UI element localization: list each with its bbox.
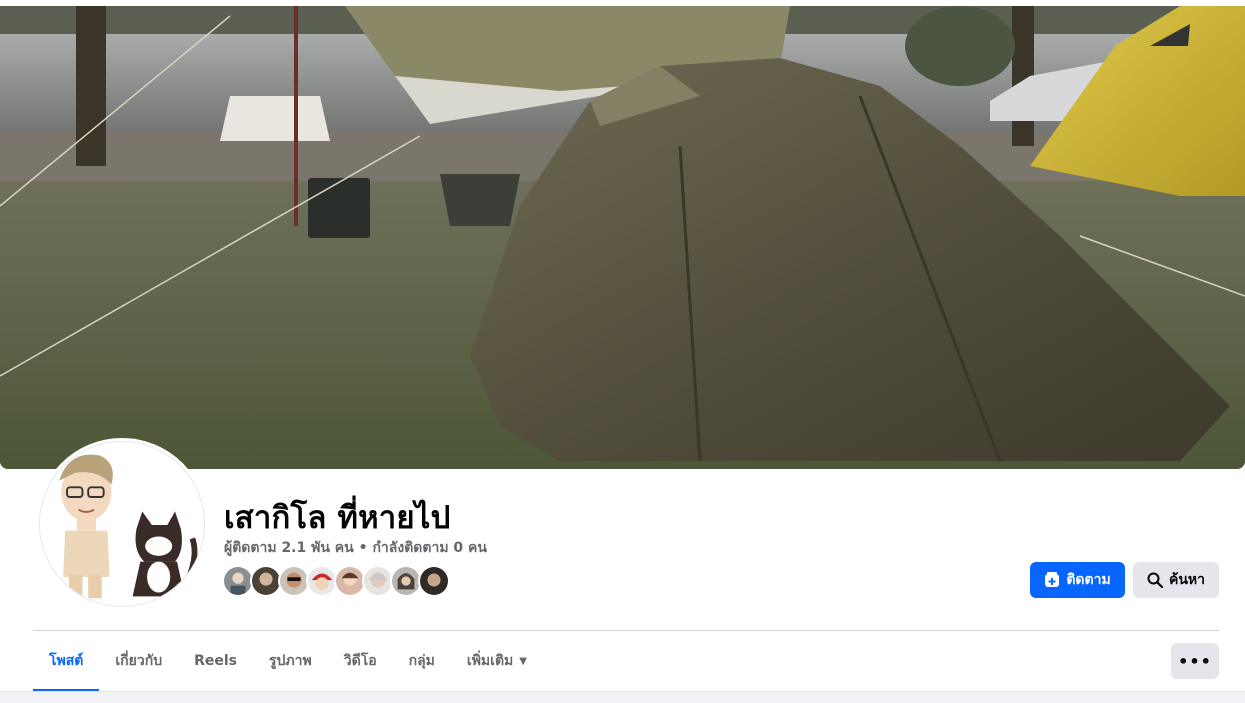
ellipsis-icon: •••: [1178, 651, 1212, 671]
tab-label: เกี่ยวกับ: [115, 653, 163, 669]
profile-picture-frame[interactable]: [36, 438, 208, 610]
header-divider: [33, 630, 1219, 631]
follow-button[interactable]: ติดตาม: [1030, 562, 1125, 598]
page-content-start: [0, 691, 1245, 703]
search-icon: [1147, 572, 1163, 588]
tab-label: กลุ่ม: [408, 653, 435, 669]
tab-videos[interactable]: วิดีโอ: [328, 632, 393, 690]
following-count-link[interactable]: กำลังติดตาม 0 คน: [372, 537, 487, 559]
tab-label: Reels: [194, 653, 237, 669]
more-options-button[interactable]: •••: [1171, 643, 1219, 679]
tab-posts[interactable]: โพสต์: [33, 632, 100, 692]
tab-photos[interactable]: รูปภาพ: [253, 632, 328, 690]
follow-stats: ผู้ติดตาม 2.1 พัน คน • กำลังติดตาม 0 คน: [224, 537, 487, 559]
follow-button-label: ติดตาม: [1066, 572, 1111, 588]
avatar-illustration: [40, 442, 204, 606]
tab-groups[interactable]: กลุ่ม: [393, 632, 451, 690]
cover-photo-image: [0, 6, 1245, 469]
page-title: เสากิโล ที่หายไป: [224, 500, 451, 536]
tab-label: เพิ่มเติม: [466, 653, 514, 669]
tab-label: วิดีโอ: [343, 653, 377, 669]
follower-avatars: [222, 565, 450, 599]
tab-label: รูปภาพ: [269, 653, 312, 669]
search-button[interactable]: ค้นหา: [1133, 562, 1219, 598]
followers-count-link[interactable]: ผู้ติดตาม 2.1 พัน คน: [224, 537, 354, 559]
profile-tabs: โพสต์ เกี่ยวกับ Reels รูปภาพ วิดีโอ กลุ่…: [33, 632, 543, 692]
follower-avatar[interactable]: [418, 565, 450, 597]
search-button-label: ค้นหา: [1168, 572, 1206, 588]
profile-avatar[interactable]: [39, 441, 205, 607]
tab-more[interactable]: เพิ่มเติม ▼: [451, 632, 543, 690]
tab-reels[interactable]: Reels: [178, 632, 253, 690]
cover-photo[interactable]: [0, 6, 1245, 469]
caret-down-icon: ▼: [519, 655, 527, 667]
tab-label: โพสต์: [49, 653, 84, 669]
follow-plus-icon: [1045, 572, 1060, 587]
stats-separator: •: [358, 540, 368, 556]
tab-about[interactable]: เกี่ยวกับ: [99, 632, 178, 690]
